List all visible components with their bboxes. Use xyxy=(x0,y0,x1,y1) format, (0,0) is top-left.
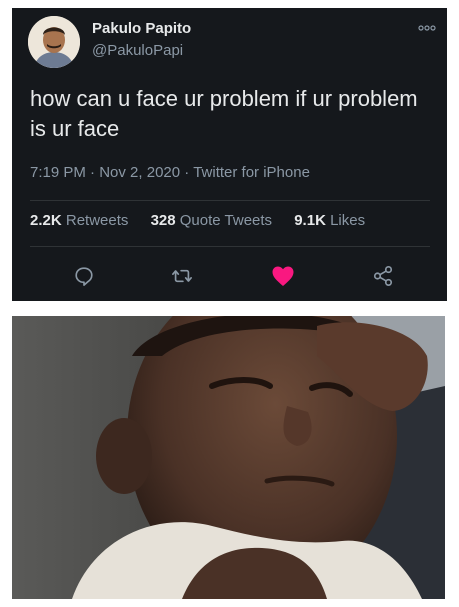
quote-tweets-label: Quote Tweets xyxy=(179,212,273,229)
avatar[interactable] xyxy=(28,16,80,68)
divider xyxy=(30,200,430,201)
quote-tweets-stat[interactable]: 328 Quote Tweets xyxy=(151,212,277,229)
display-name[interactable]: Pakulo Papito xyxy=(92,20,191,37)
divider xyxy=(30,246,430,247)
tweet-time[interactable]: 7:19 PM xyxy=(30,164,86,181)
tweet-meta: 7:19 PM · Nov 2, 2020 · Twitter for iPho… xyxy=(30,164,310,181)
retweets-count: 2.2K xyxy=(30,212,62,229)
tweet-text: how can u face ur problem if ur problem … xyxy=(30,86,418,141)
meme-photo xyxy=(12,316,445,599)
retweets-stat[interactable]: 2.2K Retweets xyxy=(30,212,133,229)
retweets-label: Retweets xyxy=(65,212,129,229)
likes-stat[interactable]: 9.1K Likes xyxy=(294,212,365,229)
reply-button[interactable] xyxy=(68,260,100,292)
reply-icon xyxy=(75,267,93,286)
like-icon xyxy=(272,266,294,286)
like-button[interactable] xyxy=(267,260,299,292)
tweet-stats: 2.2K Retweets 328 Quote Tweets 9.1K Like… xyxy=(30,212,383,229)
likes-label: Likes xyxy=(330,212,366,229)
share-button[interactable] xyxy=(367,260,399,292)
tweet-date[interactable]: Nov 2, 2020 xyxy=(99,164,180,181)
retweet-icon xyxy=(172,269,192,283)
quote-tweets-count: 328 xyxy=(150,212,176,229)
tweet-source[interactable]: Twitter for iPhone xyxy=(193,164,310,181)
likes-count: 9.1K xyxy=(294,212,326,229)
retweet-button[interactable] xyxy=(166,260,198,292)
crying-kid-image xyxy=(12,316,445,599)
tweet-actions xyxy=(12,260,447,296)
more-icon[interactable] xyxy=(417,20,437,31)
tweet-card: Pakulo Papito @PakuloPapi how can u face… xyxy=(12,8,447,301)
share-icon xyxy=(373,266,393,286)
avatar-image xyxy=(28,16,80,68)
user-handle[interactable]: @PakuloPapi xyxy=(92,42,183,59)
